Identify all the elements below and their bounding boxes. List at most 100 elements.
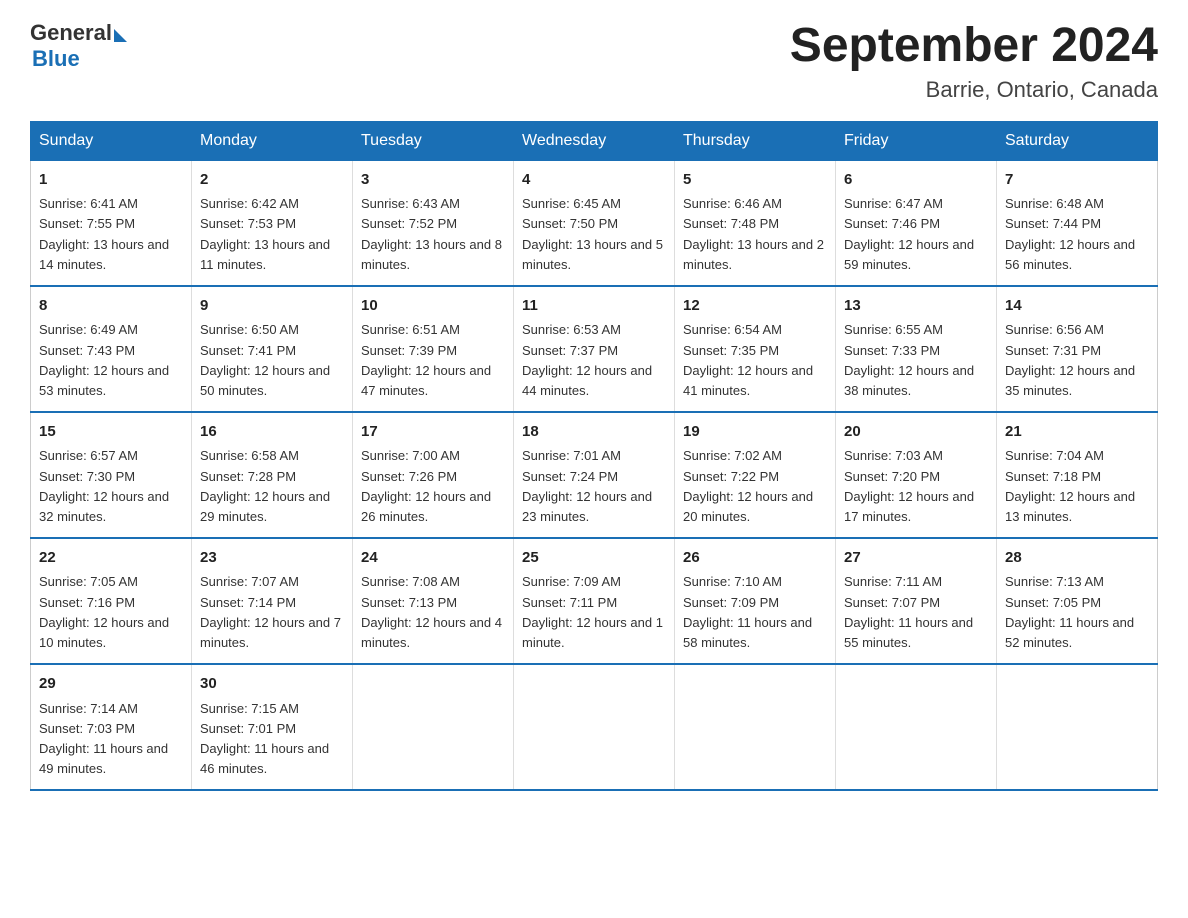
day-cell: 24 Sunrise: 7:08 AMSunset: 7:13 PMDaylig… <box>353 538 514 664</box>
day-info: Sunrise: 6:46 AMSunset: 7:48 PMDaylight:… <box>683 194 827 275</box>
day-number: 18 <box>522 421 666 444</box>
day-info: Sunrise: 6:47 AMSunset: 7:46 PMDaylight:… <box>844 194 988 275</box>
day-number: 20 <box>844 421 988 444</box>
logo: General Blue <box>30 20 127 72</box>
day-cell: 9 Sunrise: 6:50 AMSunset: 7:41 PMDayligh… <box>192 286 353 412</box>
day-cell: 22 Sunrise: 7:05 AMSunset: 7:16 PMDaylig… <box>31 538 192 664</box>
header-cell-sunday: Sunday <box>31 121 192 160</box>
day-number: 15 <box>39 421 183 444</box>
day-info: Sunrise: 6:58 AMSunset: 7:28 PMDaylight:… <box>200 446 344 527</box>
day-cell: 25 Sunrise: 7:09 AMSunset: 7:11 PMDaylig… <box>514 538 675 664</box>
day-info: Sunrise: 6:55 AMSunset: 7:33 PMDaylight:… <box>844 320 988 401</box>
day-cell: 18 Sunrise: 7:01 AMSunset: 7:24 PMDaylig… <box>514 412 675 538</box>
day-cell: 16 Sunrise: 6:58 AMSunset: 7:28 PMDaylig… <box>192 412 353 538</box>
day-cell: 6 Sunrise: 6:47 AMSunset: 7:46 PMDayligh… <box>836 160 997 286</box>
header-row: SundayMondayTuesdayWednesdayThursdayFrid… <box>31 121 1158 160</box>
day-number: 2 <box>200 169 344 192</box>
week-row-4: 22 Sunrise: 7:05 AMSunset: 7:16 PMDaylig… <box>31 538 1158 664</box>
header-cell-friday: Friday <box>836 121 997 160</box>
day-info: Sunrise: 7:00 AMSunset: 7:26 PMDaylight:… <box>361 446 505 527</box>
day-number: 6 <box>844 169 988 192</box>
day-number: 10 <box>361 295 505 318</box>
day-info: Sunrise: 7:14 AMSunset: 7:03 PMDaylight:… <box>39 699 183 780</box>
day-number: 9 <box>200 295 344 318</box>
day-number: 3 <box>361 169 505 192</box>
day-info: Sunrise: 7:04 AMSunset: 7:18 PMDaylight:… <box>1005 446 1149 527</box>
week-row-1: 1 Sunrise: 6:41 AMSunset: 7:55 PMDayligh… <box>31 160 1158 286</box>
day-cell: 11 Sunrise: 6:53 AMSunset: 7:37 PMDaylig… <box>514 286 675 412</box>
logo-arrow-icon <box>114 29 127 42</box>
day-cell: 20 Sunrise: 7:03 AMSunset: 7:20 PMDaylig… <box>836 412 997 538</box>
day-number: 16 <box>200 421 344 444</box>
day-number: 28 <box>1005 547 1149 570</box>
day-cell: 27 Sunrise: 7:11 AMSunset: 7:07 PMDaylig… <box>836 538 997 664</box>
week-row-3: 15 Sunrise: 6:57 AMSunset: 7:30 PMDaylig… <box>31 412 1158 538</box>
logo-blue-text: Blue <box>32 46 80 72</box>
day-number: 19 <box>683 421 827 444</box>
day-info: Sunrise: 6:50 AMSunset: 7:41 PMDaylight:… <box>200 320 344 401</box>
calendar-table: SundayMondayTuesdayWednesdayThursdayFrid… <box>30 121 1158 791</box>
day-info: Sunrise: 7:08 AMSunset: 7:13 PMDaylight:… <box>361 572 505 653</box>
day-info: Sunrise: 7:13 AMSunset: 7:05 PMDaylight:… <box>1005 572 1149 653</box>
day-number: 7 <box>1005 169 1149 192</box>
day-info: Sunrise: 6:51 AMSunset: 7:39 PMDaylight:… <box>361 320 505 401</box>
day-cell: 30 Sunrise: 7:15 AMSunset: 7:01 PMDaylig… <box>192 664 353 790</box>
day-cell: 5 Sunrise: 6:46 AMSunset: 7:48 PMDayligh… <box>675 160 836 286</box>
day-number: 25 <box>522 547 666 570</box>
header-cell-tuesday: Tuesday <box>353 121 514 160</box>
day-number: 14 <box>1005 295 1149 318</box>
day-cell <box>997 664 1158 790</box>
day-cell: 1 Sunrise: 6:41 AMSunset: 7:55 PMDayligh… <box>31 160 192 286</box>
day-number: 4 <box>522 169 666 192</box>
day-cell: 10 Sunrise: 6:51 AMSunset: 7:39 PMDaylig… <box>353 286 514 412</box>
day-cell: 15 Sunrise: 6:57 AMSunset: 7:30 PMDaylig… <box>31 412 192 538</box>
day-info: Sunrise: 7:10 AMSunset: 7:09 PMDaylight:… <box>683 572 827 653</box>
day-info: Sunrise: 7:05 AMSunset: 7:16 PMDaylight:… <box>39 572 183 653</box>
calendar-header: SundayMondayTuesdayWednesdayThursdayFrid… <box>31 121 1158 160</box>
day-number: 1 <box>39 169 183 192</box>
day-cell <box>836 664 997 790</box>
day-cell: 17 Sunrise: 7:00 AMSunset: 7:26 PMDaylig… <box>353 412 514 538</box>
day-info: Sunrise: 7:03 AMSunset: 7:20 PMDaylight:… <box>844 446 988 527</box>
day-cell: 8 Sunrise: 6:49 AMSunset: 7:43 PMDayligh… <box>31 286 192 412</box>
day-info: Sunrise: 6:54 AMSunset: 7:35 PMDaylight:… <box>683 320 827 401</box>
day-number: 23 <box>200 547 344 570</box>
header-cell-monday: Monday <box>192 121 353 160</box>
day-number: 24 <box>361 547 505 570</box>
day-cell: 4 Sunrise: 6:45 AMSunset: 7:50 PMDayligh… <box>514 160 675 286</box>
day-info: Sunrise: 6:41 AMSunset: 7:55 PMDaylight:… <box>39 194 183 275</box>
day-number: 12 <box>683 295 827 318</box>
day-cell: 28 Sunrise: 7:13 AMSunset: 7:05 PMDaylig… <box>997 538 1158 664</box>
day-cell: 7 Sunrise: 6:48 AMSunset: 7:44 PMDayligh… <box>997 160 1158 286</box>
calendar-body: 1 Sunrise: 6:41 AMSunset: 7:55 PMDayligh… <box>31 160 1158 790</box>
day-info: Sunrise: 6:56 AMSunset: 7:31 PMDaylight:… <box>1005 320 1149 401</box>
day-cell <box>675 664 836 790</box>
day-info: Sunrise: 7:15 AMSunset: 7:01 PMDaylight:… <box>200 699 344 780</box>
day-number: 21 <box>1005 421 1149 444</box>
day-number: 27 <box>844 547 988 570</box>
day-cell: 2 Sunrise: 6:42 AMSunset: 7:53 PMDayligh… <box>192 160 353 286</box>
day-number: 5 <box>683 169 827 192</box>
day-number: 13 <box>844 295 988 318</box>
day-info: Sunrise: 7:09 AMSunset: 7:11 PMDaylight:… <box>522 572 666 653</box>
header-cell-wednesday: Wednesday <box>514 121 675 160</box>
title-block: September 2024 Barrie, Ontario, Canada <box>790 20 1158 103</box>
day-info: Sunrise: 6:49 AMSunset: 7:43 PMDaylight:… <box>39 320 183 401</box>
day-cell: 26 Sunrise: 7:10 AMSunset: 7:09 PMDaylig… <box>675 538 836 664</box>
header-cell-thursday: Thursday <box>675 121 836 160</box>
day-cell <box>514 664 675 790</box>
page-header: General Blue September 2024 Barrie, Onta… <box>30 20 1158 103</box>
day-info: Sunrise: 6:45 AMSunset: 7:50 PMDaylight:… <box>522 194 666 275</box>
day-number: 30 <box>200 673 344 696</box>
day-info: Sunrise: 7:02 AMSunset: 7:22 PMDaylight:… <box>683 446 827 527</box>
day-info: Sunrise: 6:57 AMSunset: 7:30 PMDaylight:… <box>39 446 183 527</box>
day-number: 11 <box>522 295 666 318</box>
day-cell: 23 Sunrise: 7:07 AMSunset: 7:14 PMDaylig… <box>192 538 353 664</box>
day-info: Sunrise: 6:53 AMSunset: 7:37 PMDaylight:… <box>522 320 666 401</box>
day-cell: 19 Sunrise: 7:02 AMSunset: 7:22 PMDaylig… <box>675 412 836 538</box>
month-title: September 2024 <box>790 20 1158 73</box>
day-number: 26 <box>683 547 827 570</box>
location-title: Barrie, Ontario, Canada <box>790 77 1158 103</box>
day-number: 17 <box>361 421 505 444</box>
day-info: Sunrise: 6:48 AMSunset: 7:44 PMDaylight:… <box>1005 194 1149 275</box>
